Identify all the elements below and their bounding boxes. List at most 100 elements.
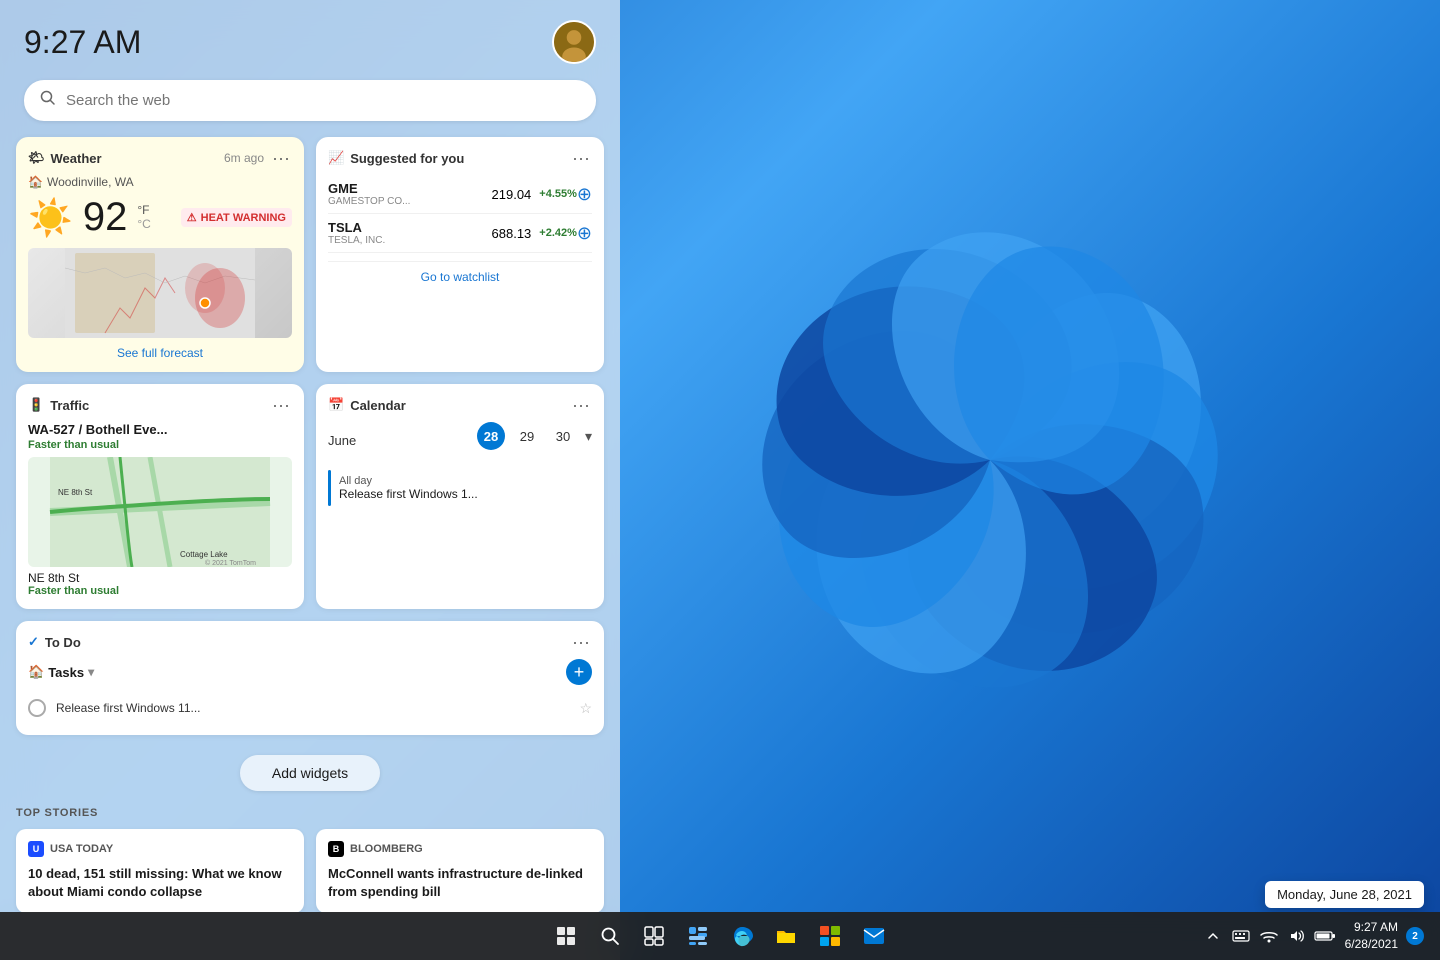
see-forecast-link[interactable]: See full forecast	[28, 346, 292, 360]
go-watchlist-link[interactable]: Go to watchlist	[328, 261, 592, 284]
todo-checkbox[interactable]	[28, 699, 46, 717]
tray-chevron-button[interactable]	[1201, 924, 1225, 948]
calendar-month-row: June 28 29 30 ▾	[328, 422, 592, 458]
traffic-route2: NE 8th St	[28, 571, 292, 585]
todo-star-icon[interactable]: ☆	[579, 700, 592, 717]
stories-grid: U USA TODAY 10 dead, 151 still missing: …	[16, 829, 604, 913]
svg-text:© 2021 TomTom: © 2021 TomTom	[205, 559, 256, 567]
calendar-nav-button[interactable]: ▾	[585, 428, 592, 445]
add-gme-button[interactable]: ⊕	[577, 184, 592, 205]
calendar-date-29: 29	[513, 422, 541, 450]
add-tsla-button[interactable]: ⊕	[577, 223, 592, 244]
widget-panel: 9:27 AM 🌤 Weather	[0, 0, 620, 960]
taskbar-widgets-button[interactable]	[678, 916, 718, 956]
notification-badge[interactable]: 2	[1406, 927, 1424, 945]
traffic-more-button[interactable]: ···	[270, 396, 292, 414]
add-widgets-wrap: Add widgets	[0, 747, 620, 807]
weather-icon: 🌤	[28, 150, 45, 166]
weather-warning: ⚠ HEAT WARNING	[181, 208, 292, 227]
stock-price-gme: 219.04	[492, 187, 532, 202]
stocks-widget-header: 📈 Suggested for you ···	[328, 149, 592, 167]
taskbar-store-button[interactable]	[810, 916, 850, 956]
start-button[interactable]	[546, 916, 586, 956]
story-card-usatoday[interactable]: U USA TODAY 10 dead, 151 still missing: …	[16, 829, 304, 913]
stocks-widget: 📈 Suggested for you ··· GME GAMESTOP CO.…	[316, 137, 604, 372]
taskbar-right: 9:27 AM 6/28/2021 2	[1201, 919, 1424, 953]
todo-add-button[interactable]: +	[566, 659, 592, 685]
todo-item: Release first Windows 11... ☆	[28, 693, 592, 723]
story-card-bloomberg[interactable]: B Bloomberg McConnell wants infrastructu…	[316, 829, 604, 913]
stock-ticker-tsla: TSLA	[328, 220, 492, 235]
keyboard-icon[interactable]	[1229, 924, 1253, 948]
event-time: All day	[339, 475, 478, 487]
battery-icon[interactable]	[1313, 924, 1337, 948]
calendar-widget: 📅 Calendar ··· June 28 29 30 ▾ All day R	[316, 384, 604, 609]
traffic-map: NE 8th St Cottage Lake © 2021 TomTom	[28, 457, 292, 567]
taskbar-search-button[interactable]	[590, 916, 630, 956]
windows-swirl-logo	[640, 110, 1340, 810]
panel-header: 9:27 AM	[0, 0, 620, 74]
todo-widget: ✓ To Do ··· 🏠 Tasks ▾ + Release first Wi…	[16, 621, 604, 735]
todo-icon: ✓	[28, 634, 39, 650]
taskbar-clock[interactable]: 9:27 AM 6/28/2021	[1345, 919, 1398, 953]
date-tooltip: Monday, June 28, 2021	[1265, 881, 1424, 908]
search-input[interactable]	[66, 92, 580, 109]
bloomberg-icon: B	[328, 841, 344, 857]
clock-date: 6/28/2021	[1345, 936, 1398, 953]
calendar-widget-header: 📅 Calendar ···	[328, 396, 592, 414]
story-source-usatoday: U USA TODAY	[28, 841, 292, 857]
weather-more-button[interactable]: ···	[270, 149, 292, 167]
wifi-icon[interactable]	[1257, 924, 1281, 948]
weather-widget-header: 🌤 Weather 6m ago ···	[28, 149, 292, 167]
taskbar-center	[546, 916, 894, 956]
taskbar-explorer-button[interactable]	[766, 916, 806, 956]
usatoday-icon: U	[28, 841, 44, 857]
todo-tasks-label: 🏠 Tasks ▾	[28, 664, 94, 680]
todo-more-button[interactable]: ···	[570, 633, 592, 651]
taskbar-edge-button[interactable]	[722, 916, 762, 956]
stocks-title: Suggested for you	[350, 151, 464, 166]
weather-title: Weather	[51, 151, 102, 166]
home-icon: 🏠	[28, 175, 43, 189]
volume-icon[interactable]	[1285, 924, 1309, 948]
stock-name-tsla: TESLA, INC.	[328, 235, 492, 246]
taskbar-taskview-button[interactable]	[634, 916, 674, 956]
widgets-grid: 🌤 Weather 6m ago ··· 🏠 Woodinville, WA ☀…	[0, 137, 620, 747]
stock-change-tsla: +2.42%	[539, 227, 577, 239]
todo-task-text: Release first Windows 11...	[56, 701, 569, 715]
traffic-route1: WA-527 / Bothell Eve...	[28, 422, 292, 437]
stock-row-tsla: TSLA TESLA, INC. 688.13 +2.42% ⊕	[328, 214, 592, 253]
stock-change-gme: +4.55%	[539, 188, 577, 200]
weather-temperature: 92	[83, 195, 128, 240]
bloomberg-headline: McConnell wants infrastructure de-linked…	[328, 865, 592, 901]
event-bar	[328, 470, 331, 506]
panel-time: 9:27 AM	[24, 24, 141, 61]
weather-main: ☀️ 92 °F °C ⚠ HEAT WARNING	[28, 195, 292, 240]
story-source-bloomberg: B Bloomberg	[328, 841, 592, 857]
svg-text:NE 8th St: NE 8th St	[58, 488, 93, 497]
add-widgets-button[interactable]: Add widgets	[240, 755, 380, 791]
stock-row-gme: GME GAMESTOP CO... 219.04 +4.55% ⊕	[328, 175, 592, 214]
weather-widget: 🌤 Weather 6m ago ··· 🏠 Woodinville, WA ☀…	[16, 137, 304, 372]
calendar-more-button[interactable]: ···	[570, 396, 592, 414]
svg-text:Cottage Lake: Cottage Lake	[180, 550, 228, 559]
traffic-widget: 🚦 Traffic ··· WA-527 / Bothell Eve... Fa…	[16, 384, 304, 609]
taskbar-tray	[1201, 924, 1337, 948]
weather-location: 🏠 Woodinville, WA	[28, 175, 292, 189]
traffic-widget-header: 🚦 Traffic ···	[28, 396, 292, 414]
stock-name-gme: GAMESTOP CO...	[328, 196, 492, 207]
traffic-status1: Faster than usual	[28, 439, 292, 451]
stocks-icon: 📈	[328, 150, 344, 166]
traffic-icon: 🚦	[28, 397, 44, 413]
stocks-more-button[interactable]: ···	[570, 149, 592, 167]
weather-map	[28, 248, 292, 338]
tasks-chevron-icon: ▾	[88, 665, 94, 679]
stock-price-tsla: 688.13	[492, 226, 532, 241]
todo-tasks-row: 🏠 Tasks ▾ +	[28, 659, 592, 685]
taskbar-mail-button[interactable]	[854, 916, 894, 956]
todo-title: To Do	[45, 635, 81, 650]
user-avatar[interactable]	[552, 20, 596, 64]
calendar-title: Calendar	[350, 398, 406, 413]
search-bar[interactable]	[24, 80, 596, 121]
calendar-dates: 28 29 30 ▾	[477, 422, 592, 450]
